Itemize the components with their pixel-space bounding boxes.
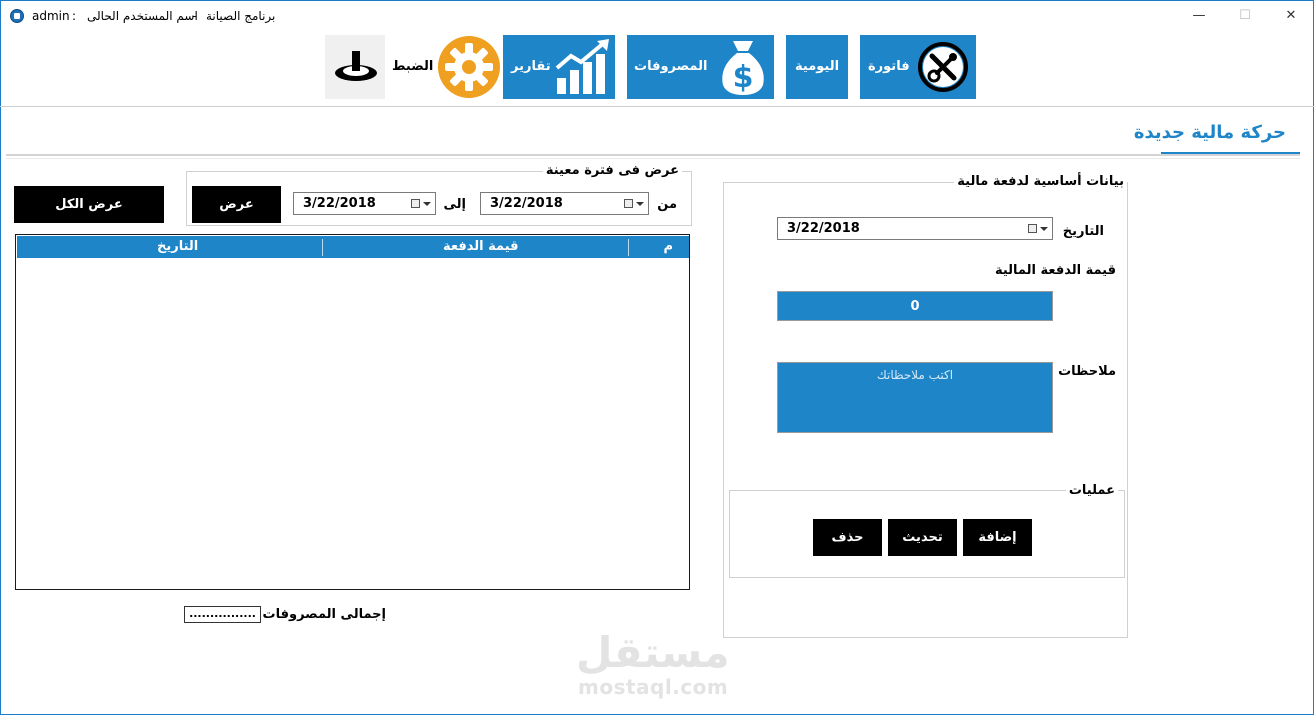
basic-data-group-title: بيانات أساسية لدفعة مالية	[954, 174, 1127, 189]
reports-button-label: تقارير	[511, 59, 551, 74]
update-button[interactable]: تحديث	[888, 519, 957, 556]
to-date-value: 3/22/2018	[303, 196, 376, 211]
column-divider	[322, 239, 323, 256]
filter-group-title: عرض فى فترة معينة	[542, 163, 682, 178]
expenses-button-label: المصروفات	[634, 59, 708, 74]
page-title: حركة مالية جديدة	[1133, 122, 1286, 143]
delete-button[interactable]: حذف	[813, 519, 882, 556]
amount-label: قيمة الدفعة المالية	[994, 263, 1116, 278]
logout-button[interactable]	[325, 35, 385, 99]
show-all-button[interactable]: عرض الكل	[14, 186, 164, 223]
settings-button-label: الضبط	[392, 59, 434, 74]
calendar-icon	[1028, 224, 1037, 233]
to-date-picker[interactable]: 3/22/2018	[293, 192, 436, 215]
watermark-logo: مستقل	[576, 628, 730, 677]
invoice-button[interactable]: فاتورة	[860, 35, 976, 99]
chevron-down-icon[interactable]	[423, 202, 431, 206]
from-date-value: 3/22/2018	[490, 196, 563, 211]
header-divider	[6, 154, 1300, 156]
total-expenses-value: ................	[184, 606, 261, 623]
window-title-app: برنامج الصيانة	[206, 9, 276, 23]
add-button[interactable]: إضافة	[963, 519, 1032, 556]
svg-text:$: $	[733, 60, 754, 95]
window-title-user-label: اسم المستخدم الحالى	[87, 9, 198, 23]
amount-input[interactable]: 0	[777, 291, 1053, 321]
window-title-colon: :	[72, 9, 77, 23]
window-title-user: admin	[32, 9, 70, 23]
column-header-amount[interactable]: قيمة الدفعة	[443, 239, 519, 254]
chevron-down-icon[interactable]	[1040, 227, 1048, 231]
invoice-button-label: فاتورة	[868, 59, 910, 74]
tools-icon	[918, 42, 968, 92]
daily-button-label: اليومية	[795, 59, 840, 74]
growth-chart-icon	[555, 39, 609, 94]
money-bag-icon: $	[722, 41, 764, 95]
watermark-url: mostaql.com	[578, 675, 729, 699]
column-divider	[628, 239, 629, 256]
calendar-icon	[624, 199, 633, 208]
settings-button[interactable]: الضبط	[386, 35, 500, 99]
from-label: من	[657, 197, 677, 212]
column-header-date[interactable]: التاريخ	[157, 239, 198, 254]
notes-placeholder: اكتب ملاحظاتك	[876, 368, 954, 382]
reports-button[interactable]: تقارير	[503, 35, 615, 99]
minimize-button[interactable]: —	[1176, 0, 1222, 30]
close-button[interactable]: ✕	[1268, 0, 1314, 30]
daily-button[interactable]: اليومية	[786, 35, 848, 99]
total-expenses-label: إجمالى المصروفات	[262, 607, 386, 622]
power-icon	[335, 51, 377, 81]
app-icon	[10, 9, 24, 23]
operations-group-title: عمليات	[1065, 483, 1118, 498]
expenses-button[interactable]: المصروفات $	[627, 35, 774, 99]
window-title-dash: -	[192, 9, 197, 23]
payments-table[interactable]: م قيمة الدفعة التاريخ	[15, 234, 690, 590]
maximize-button[interactable]: ☐	[1222, 0, 1268, 30]
table-header: م قيمة الدفعة التاريخ	[17, 236, 689, 258]
date-picker[interactable]: 3/22/2018	[777, 217, 1053, 240]
notes-label: ملاحظات	[1058, 364, 1116, 379]
date-picker-value: 3/22/2018	[787, 221, 860, 236]
from-date-picker[interactable]: 3/22/2018	[480, 192, 649, 215]
header-divider-2	[6, 158, 1300, 159]
toolbar-separator	[0, 106, 1314, 107]
calendar-icon	[411, 199, 420, 208]
notes-textarea[interactable]: اكتب ملاحظاتك	[777, 362, 1053, 433]
to-label: إلى	[443, 197, 467, 212]
show-button[interactable]: عرض	[192, 186, 281, 223]
chevron-down-icon[interactable]	[636, 202, 644, 206]
date-label: التاريخ	[1062, 224, 1104, 239]
column-header-index[interactable]: م	[663, 239, 673, 254]
gear-icon	[438, 36, 500, 98]
